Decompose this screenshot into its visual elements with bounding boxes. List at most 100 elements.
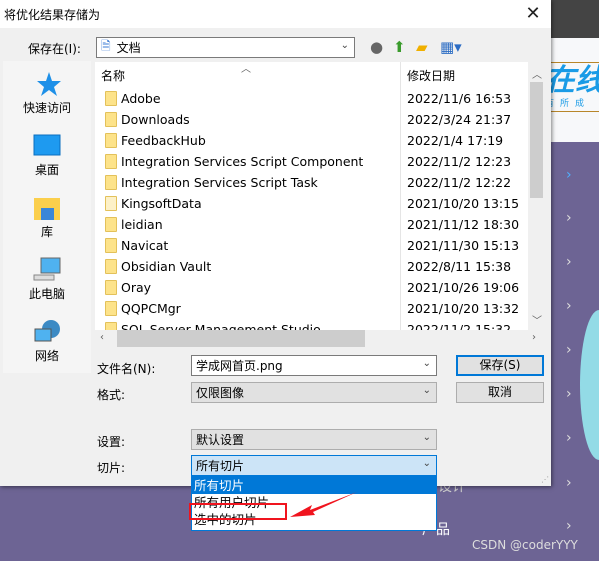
slices-select[interactable]: 所有切片 ⌄ xyxy=(191,455,437,476)
sort-ascending-icon: ︿ xyxy=(241,64,251,75)
save-in-combo[interactable]: 🗎 文档 ⌄ xyxy=(96,37,355,58)
save-button[interactable]: 保存(S) xyxy=(456,355,544,376)
file-row[interactable]: Navicat 2021/11/30 15:13 xyxy=(95,235,528,256)
file-date: 2021/10/20 13:15 xyxy=(407,196,520,211)
chevron-right-icon: › xyxy=(566,430,572,446)
file-date: 2022/1/4 17:19 xyxy=(407,133,504,148)
chevron-right-icon: › xyxy=(566,210,572,226)
chevron-down-icon: ⌄ xyxy=(422,358,431,369)
file-date: 2022/11/2 15:32 xyxy=(407,322,512,330)
file-date: 2021/10/20 13:32 xyxy=(407,301,520,316)
resize-grip-icon[interactable]: ⋰ xyxy=(541,475,549,484)
scroll-left-icon[interactable]: ‹ xyxy=(100,332,104,343)
file-date: 2021/10/26 19:06 xyxy=(407,280,520,295)
file-row[interactable]: Integration Services Script Task 2022/11/… xyxy=(95,172,528,193)
folder-icon xyxy=(105,259,117,274)
sidebar-item-quick-access[interactable]: 快速访问 xyxy=(3,71,91,116)
view-menu-icon[interactable]: ▦▾ xyxy=(440,38,462,56)
chevron-right-icon: › xyxy=(566,475,572,491)
file-name: SQL Server Management Studio xyxy=(121,322,321,330)
chevron-down-icon: ⌄ xyxy=(422,432,431,443)
file-name: FeedbackHub xyxy=(121,133,206,148)
save-dialog: 将优化结果存储为 ✕ 保存在(I): 🗎 文档 ⌄ ● ⬆ ▰ ▦▾ 快速访问 … xyxy=(0,0,551,486)
horizontal-scroll-thumb[interactable] xyxy=(117,330,365,347)
column-header-name[interactable]: 名称 xyxy=(101,67,125,84)
chevron-down-icon: ⌄ xyxy=(422,385,431,396)
background-logo: 在线 有所成 xyxy=(545,62,599,112)
logo-text: 在线 xyxy=(545,63,599,98)
chevron-right-icon: › xyxy=(566,518,572,534)
file-row[interactable]: Integration Services Script Component 202… xyxy=(95,151,528,172)
file-row[interactable]: Obsidian Vault 2022/8/11 15:38 xyxy=(95,256,528,277)
annotation-highlight-box xyxy=(189,503,287,520)
format-select[interactable]: 仅限图像 ⌄ xyxy=(191,382,437,403)
network-icon xyxy=(34,320,60,342)
back-icon[interactable]: ● xyxy=(370,38,383,56)
cancel-button[interactable]: 取消 xyxy=(456,382,544,403)
chevron-right-icon: › xyxy=(566,298,572,314)
folder-icon xyxy=(105,154,117,169)
chevron-right-icon: › xyxy=(566,386,572,402)
close-icon[interactable]: ✕ xyxy=(523,3,543,24)
file-list[interactable]: ︿ 名称 修改日期 Adobe 2022/11/6 16:53 Downloads 2… xyxy=(95,62,545,330)
file-date: 2022/3/24 21:37 xyxy=(407,112,512,127)
folder-icon xyxy=(105,91,117,106)
scroll-up-icon[interactable]: ︿ xyxy=(532,66,542,81)
sidebar-item-library[interactable]: 库 xyxy=(3,195,91,240)
file-name: Adobe xyxy=(121,91,161,106)
file-date: 2021/11/30 15:13 xyxy=(407,238,520,253)
up-folder-icon[interactable]: ⬆ xyxy=(393,38,406,56)
places-sidebar: 快速访问 桌面 库 此电脑 网络 xyxy=(3,61,91,373)
scroll-right-icon[interactable]: › xyxy=(532,332,536,343)
logo-subtext: 有所成 xyxy=(545,99,591,109)
sidebar-label: 网络 xyxy=(34,349,59,363)
vertical-scrollbar[interactable]: ︿ ﹀ xyxy=(528,62,545,330)
settings-value: 默认设置 xyxy=(196,433,245,447)
title-bar: 将优化结果存储为 xyxy=(0,0,551,28)
file-row[interactable]: Oray 2021/10/26 19:06 xyxy=(95,277,528,298)
sidebar-item-desktop[interactable]: 桌面 xyxy=(3,133,91,178)
horizontal-scrollbar[interactable]: ‹ › xyxy=(95,330,545,347)
filename-label: 文件名(N): xyxy=(97,362,156,376)
file-date: 2022/11/2 12:23 xyxy=(407,154,512,169)
file-date: 2022/8/11 15:38 xyxy=(407,259,512,274)
format-value: 仅限图像 xyxy=(196,386,245,400)
file-row[interactable]: SQL Server Management Studio 2022/11/2 15… xyxy=(95,319,528,330)
file-row[interactable]: leidian 2021/11/12 18:30 xyxy=(95,214,528,235)
file-name: leidian xyxy=(121,217,163,232)
file-name: Navicat xyxy=(121,238,169,253)
computer-icon xyxy=(33,257,61,281)
chevron-down-icon: ⌄ xyxy=(340,40,349,51)
new-folder-icon[interactable]: ▰ xyxy=(416,38,428,56)
file-row[interactable]: FeedbackHub 2022/1/4 17:19 xyxy=(95,130,528,151)
annotation-arrow-icon xyxy=(290,492,357,517)
file-row[interactable]: Adobe 2022/11/6 16:53 xyxy=(95,88,528,109)
sidebar-item-network[interactable]: 网络 xyxy=(3,319,91,364)
file-name: KingsoftData xyxy=(121,196,202,211)
file-row[interactable]: QQPCMgr 2021/10/20 13:32 xyxy=(95,298,528,319)
format-label: 格式: xyxy=(97,388,126,402)
scroll-down-icon[interactable]: ﹀ xyxy=(532,312,542,327)
folder-icon xyxy=(105,196,117,211)
document-icon: 🗎 xyxy=(101,39,111,53)
file-row[interactable]: Downloads 2022/3/24 21:37 xyxy=(95,109,528,130)
folder-icon xyxy=(105,175,117,190)
file-name: Integration Services Script Component xyxy=(121,154,364,169)
file-name: QQPCMgr xyxy=(121,301,181,316)
file-date: 2022/11/6 16:53 xyxy=(407,91,512,106)
save-in-label: 保存在(I): xyxy=(28,42,81,56)
save-in-value: 文档 xyxy=(116,41,141,55)
folder-icon xyxy=(105,238,117,253)
folder-icon xyxy=(105,280,117,295)
slices-value: 所有切片 xyxy=(196,459,245,473)
vertical-scroll-thumb[interactable] xyxy=(530,82,543,198)
settings-select[interactable]: 默认设置 ⌄ xyxy=(191,429,437,450)
column-header-modified[interactable]: 修改日期 xyxy=(407,67,455,84)
filename-input[interactable]: 学成网首页.png ⌄ xyxy=(191,355,437,376)
file-date: 2022/11/2 12:22 xyxy=(407,175,512,190)
desktop-icon xyxy=(33,134,61,156)
sidebar-item-this-pc[interactable]: 此电脑 xyxy=(3,257,91,302)
file-row[interactable]: KingsoftData 2021/10/20 13:15 xyxy=(95,193,528,214)
file-date: 2021/11/12 18:30 xyxy=(407,217,520,232)
file-name: Oray xyxy=(121,280,152,295)
